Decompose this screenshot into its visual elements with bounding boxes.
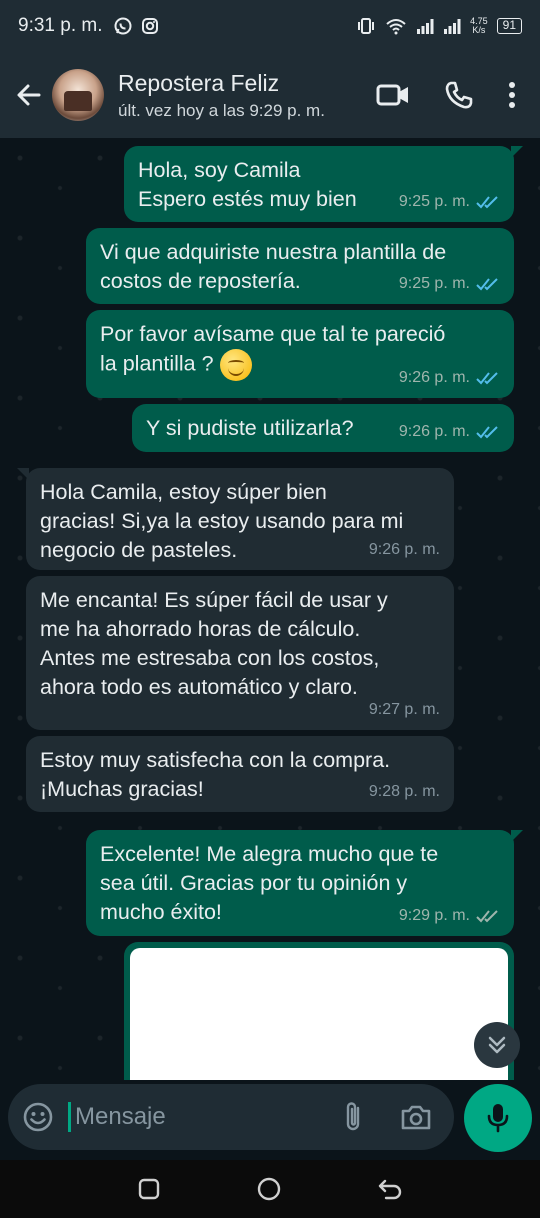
network-speed-unit: K/s xyxy=(472,25,486,35)
microphone-icon xyxy=(487,1104,509,1133)
message-meta: 9:26 p. m. xyxy=(399,417,500,446)
network-speed: 4.75 K/s xyxy=(470,17,488,35)
message-meta: 9:29 p. m. xyxy=(399,901,500,930)
message-input-container[interactable]: Mensaje xyxy=(8,1084,454,1150)
back-button[interactable] xyxy=(6,81,52,109)
read-double-check-icon xyxy=(476,371,498,384)
message-time: 9:28 p. m. xyxy=(368,783,440,800)
message-meta: 9:27 p. m. xyxy=(369,695,440,724)
message-bubble-outgoing[interactable]: Excelente! Me alegra mucho que te sea út… xyxy=(86,830,523,936)
contact-avatar[interactable] xyxy=(52,69,104,121)
bubble-tail xyxy=(511,830,523,842)
message-time: 9:29 p. m. xyxy=(398,907,470,924)
message-time: 9:27 p. m. xyxy=(368,701,440,718)
video-call-icon[interactable] xyxy=(376,82,410,108)
read-double-check-icon xyxy=(476,195,498,208)
message-time: 9:26 p. m. xyxy=(368,541,440,558)
contact-info[interactable]: Repostera Feliz últ. vez hoy a las 9:29 … xyxy=(118,70,376,121)
bubble-tail xyxy=(17,468,29,480)
message-bubble-outgoing[interactable]: Y si pudiste utilizarla? 9:26 p. m. xyxy=(132,404,514,452)
system-navigation-bar xyxy=(0,1160,540,1218)
bubble-tail xyxy=(511,146,523,158)
message-bubble-incoming[interactable]: Hola Camila, estoy súper bien gracias! S… xyxy=(17,468,454,570)
instagram-notification-icon xyxy=(141,18,158,34)
vibrate-icon xyxy=(358,18,375,34)
message-bubble-outgoing[interactable]: Por favor avísame que tal te pareció la … xyxy=(86,310,514,398)
last-seen: últ. vez hoy a las 9:29 p. m. xyxy=(118,100,325,120)
message-meta: 9:28 p. m. xyxy=(369,777,440,806)
read-double-check-icon xyxy=(476,425,498,438)
read-double-check-icon xyxy=(476,277,498,290)
smiling-face-emoji-icon xyxy=(219,349,252,381)
message-bubble-outgoing[interactable]: Hola, soy Camila Espero estés muy bien 9… xyxy=(124,146,523,222)
wifi-icon xyxy=(386,19,406,35)
voice-message-button[interactable] xyxy=(464,1084,532,1152)
double-chevron-down-icon xyxy=(488,1036,506,1054)
home-icon[interactable] xyxy=(256,1176,282,1202)
message-bubble-outgoing[interactable]: Vi que adquiriste nuestra plantilla de c… xyxy=(86,228,514,304)
message-meta: 9:26 p. m. xyxy=(399,363,500,392)
message-meta: 9:25 p. m. xyxy=(399,187,500,216)
camera-icon[interactable] xyxy=(400,1103,432,1131)
image-preview[interactable] xyxy=(130,948,508,1080)
message-bubble-incoming[interactable]: Estoy muy satisfecha con la compra. ¡Muc… xyxy=(26,736,454,812)
message-time: 9:25 p. m. xyxy=(398,275,470,292)
chat-header: Repostera Feliz últ. vez hoy a las 9:29 … xyxy=(0,52,540,138)
status-time: 9:31 p. m. xyxy=(18,15,103,36)
back-nav-icon[interactable] xyxy=(377,1177,403,1201)
battery-indicator: 91 xyxy=(496,18,522,34)
arrow-left-icon xyxy=(17,84,41,106)
message-meta: 9:25 p. m. xyxy=(399,269,500,298)
image-message[interactable] xyxy=(124,942,514,1080)
message-composer: Mensaje xyxy=(0,1080,540,1158)
more-options-icon[interactable] xyxy=(508,81,516,109)
message-bubble-incoming[interactable]: Me encanta! Es súper fácil de usar y me … xyxy=(26,576,454,730)
message-time: 9:26 p. m. xyxy=(398,369,470,386)
attach-paperclip-icon[interactable] xyxy=(342,1100,364,1134)
message-input[interactable]: Mensaje xyxy=(68,1102,342,1132)
voice-call-icon[interactable] xyxy=(444,80,474,110)
message-time: 9:25 p. m. xyxy=(398,193,470,210)
signal-icon-2 xyxy=(444,19,461,34)
recent-apps-icon[interactable] xyxy=(137,1177,161,1201)
signal-icon-1 xyxy=(417,19,434,34)
status-bar: 9:31 p. m. 4.75 K/s 91 xyxy=(0,0,540,52)
contact-name: Repostera Feliz xyxy=(118,69,280,96)
message-time: 9:26 p. m. xyxy=(398,423,470,440)
message-text-line: Por favor avísame que tal te pareció la … xyxy=(100,322,446,376)
message-meta: 9:26 p. m. xyxy=(369,535,440,564)
message-text: Me encanta! Es súper fácil de usar y me … xyxy=(40,588,388,699)
delivered-double-check-icon xyxy=(476,909,498,922)
chat-area[interactable]: Hola, soy Camila Espero estés muy bien 9… xyxy=(0,138,540,1080)
scroll-to-bottom-button[interactable] xyxy=(474,1022,520,1068)
whatsapp-notification-icon xyxy=(114,17,131,35)
emoji-icon[interactable] xyxy=(22,1101,54,1133)
